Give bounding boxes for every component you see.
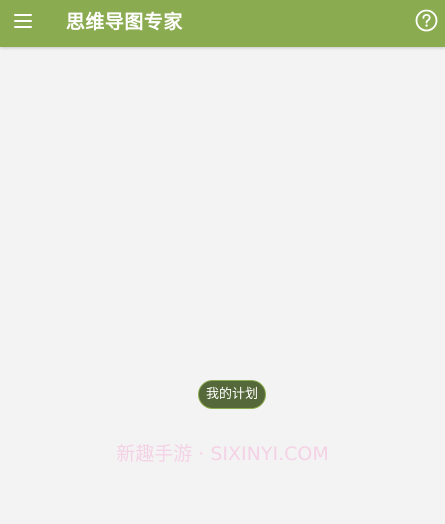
menu-icon-line <box>14 20 32 22</box>
app-title: 思维导图专家 <box>66 11 184 33</box>
watermark: 新趣手游 · SIXINYI.COM <box>116 443 329 465</box>
help-button[interactable] <box>415 9 438 32</box>
help-circle-icon <box>415 9 438 32</box>
menu-button[interactable] <box>10 9 38 33</box>
top-app-bar: 思维导图专家 <box>0 0 445 47</box>
menu-icon-line <box>14 26 32 28</box>
menu-icon-line <box>14 14 32 16</box>
app-window: 思维导图专家 我的计划 新趣手游 · SIXINYI.COM <box>0 0 445 524</box>
central-topic-node[interactable]: 我的计划 <box>198 380 266 409</box>
